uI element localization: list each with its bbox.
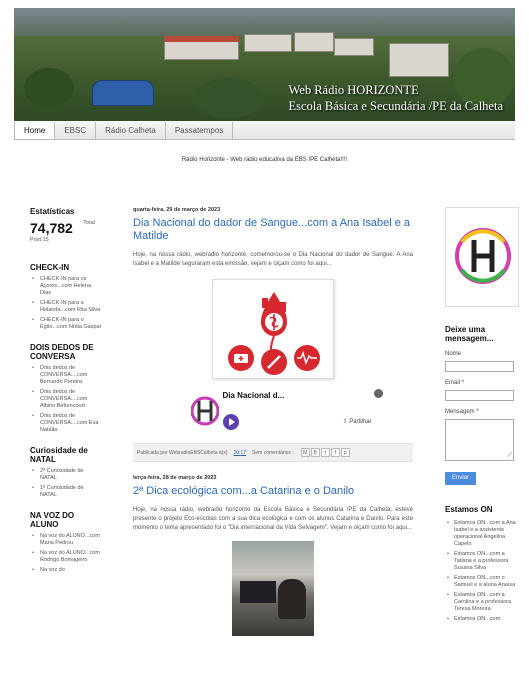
post-comments[interactable]: Sem comentários : xyxy=(252,450,294,456)
banner-tree xyxy=(24,68,74,108)
list-item[interactable]: Estamos ON...com o Samuel e a aluna Anaí… xyxy=(445,575,519,589)
radio-logo xyxy=(445,207,519,307)
play-button[interactable] xyxy=(222,414,239,430)
list-item[interactable]: 1ª Curiosidade de NATAL xyxy=(30,485,102,499)
blood-donation-icon xyxy=(228,292,320,375)
post-body: Hoje, na nossa rádio, webradio horizonte… xyxy=(133,507,413,531)
email-label-text: Email xyxy=(445,380,461,386)
list-item[interactable]: Dois dedos de CONVERSA....com Bernardo P… xyxy=(30,365,102,386)
banner-building xyxy=(334,38,374,56)
list-item[interactable]: Na voz do xyxy=(30,567,102,574)
post-date: terça-feira, 28 de março de 2023 xyxy=(133,475,217,481)
message-field[interactable] xyxy=(445,419,514,461)
banner-roof xyxy=(164,36,239,42)
post-photo[interactable] xyxy=(232,541,314,636)
main-content: quarta-feira, 29 de março de 2023 Dia Na… xyxy=(133,207,413,636)
share-button[interactable]: ⇧ Partilhar xyxy=(343,418,372,425)
tab-ebsc[interactable]: EBSC xyxy=(55,122,97,139)
section-title: NA VOZ DO ALUNO xyxy=(30,511,75,529)
name-field[interactable] xyxy=(445,361,514,372)
list-item[interactable]: Dois dedos de CONVERSA....com Eva Natáli… xyxy=(30,413,102,434)
left-sidebar: Estatísticas 74,782 Total Post 15 CHECK-… xyxy=(30,207,102,586)
tab-radio-calheta[interactable]: Rádio Calheta xyxy=(96,122,166,139)
name-label: Nome xyxy=(445,351,462,357)
stats-section: Estatísticas 74,782 Total Post 15 xyxy=(30,207,102,243)
stats-title: Estatísticas xyxy=(30,207,75,216)
email-share-icon[interactable]: M xyxy=(300,448,310,457)
list-item[interactable]: 2ª Curiosidade de NATAL xyxy=(30,468,102,482)
photo-person xyxy=(278,579,306,619)
banner-building xyxy=(294,32,334,52)
banner-building xyxy=(389,43,449,77)
banner-title-line1: Web Rádio HORIZONTE xyxy=(288,83,419,97)
nav-tabs: Home EBSC Rádio Calheta Passatempos xyxy=(14,122,515,140)
banner-sports-hall xyxy=(92,80,154,106)
more-options-icon[interactable] xyxy=(373,389,383,398)
post-body: Hoje, na nossa rádio, webradio horizonte… xyxy=(133,252,413,267)
post-author: Publicada por WebradioEBSCalheta à(s) xyxy=(137,449,228,456)
list-item[interactable]: CHECK-IN para os Açores...com Helena Dia… xyxy=(30,276,102,297)
banner-title-line2: Escola Básica e Secundária /PE da Calhet… xyxy=(288,99,503,113)
stats-total-label: Total xyxy=(83,220,95,226)
twitter-share-icon[interactable]: t xyxy=(320,448,330,457)
banner-title: Web Rádio HORIZONTE Escola Básica e Secu… xyxy=(288,82,503,114)
list-item[interactable]: Na voz do ALUNO...com Maria Pedrou xyxy=(30,533,102,547)
right-sidebar: Deixe uma mensagem... Nome Email * Mensa… xyxy=(445,207,519,626)
section-title: CHECK-IN xyxy=(30,263,70,272)
photo-screen xyxy=(240,581,276,603)
post-title[interactable]: 2ª Dica ecológica com...a Catarina e o D… xyxy=(133,485,413,498)
post-image[interactable] xyxy=(212,279,334,379)
pinterest-share-icon[interactable]: p xyxy=(340,448,350,457)
post: terça-feira, 28 de março de 2023 2ª Dica… xyxy=(133,475,413,636)
radio-horizonte-logo-icon xyxy=(455,228,511,284)
list-item[interactable]: Estamos ON...com a Ana Isabel e a assist… xyxy=(445,520,519,548)
send-button[interactable]: Enviar xyxy=(445,472,476,485)
post-time[interactable]: 20:17 xyxy=(234,450,247,456)
list-item[interactable]: Estamos ON...com a Carolina e a professo… xyxy=(445,592,519,613)
list-item[interactable]: CHECK-IN para a Holanda...com Rita Silva xyxy=(30,300,102,314)
list-item[interactable]: Na voz do ALUNO...com Rodrigo Bomageiro xyxy=(30,550,102,564)
radio-logo-icon xyxy=(190,396,219,426)
message-label-text: Mensagem xyxy=(445,409,475,415)
post: quarta-feira, 29 de março de 2023 Dia Na… xyxy=(133,207,413,462)
list-item[interactable]: Estamos ON...com xyxy=(445,616,519,623)
tab-passatempos[interactable]: Passatempos xyxy=(166,122,234,139)
player-title: Dia Nacional d... xyxy=(222,391,285,400)
section-title: Estamos ON xyxy=(445,505,493,514)
required-mark: * xyxy=(461,380,465,386)
section-title: DOIS DEDOS DE CONVERSA xyxy=(30,343,94,361)
header-banner: Web Rádio HORIZONTE Escola Básica e Secu… xyxy=(14,8,515,121)
facebook-share-icon[interactable]: f xyxy=(330,448,340,457)
required-mark: * xyxy=(476,409,479,415)
banner-building xyxy=(244,34,292,52)
tab-home[interactable]: Home xyxy=(14,122,56,139)
blog-description: Rádio Horizonte - Web rádio educativa da… xyxy=(181,157,348,163)
post-title[interactable]: Dia Nacional do dador de Sangue...com a … xyxy=(133,217,413,243)
list-item[interactable]: Dois dedos de CONVERSA....com Albino Bet… xyxy=(30,389,102,410)
blog-share-icon[interactable]: B xyxy=(310,448,320,457)
podcast-player[interactable]: Dia Nacional d... ⇧ Partilhar xyxy=(162,383,384,439)
email-label: Email * xyxy=(445,380,519,386)
post-date: quarta-feira, 29 de março de 2023 xyxy=(133,207,221,213)
share-label: Partilhar xyxy=(349,419,372,425)
section-title: Curiosidade de NATAL xyxy=(30,446,88,464)
list-item[interactable]: Estamos ON...com a Tatiana e a professor… xyxy=(445,551,519,572)
list-item[interactable]: CHECK-IN para o Egito...com Nídia Gaspar xyxy=(30,317,102,331)
banner-tree xyxy=(194,78,264,118)
banner-sea xyxy=(14,8,515,36)
email-field[interactable] xyxy=(445,390,514,401)
message-label: Mensagem * xyxy=(445,409,519,415)
post-footer: Publicada por WebradioEBSCalheta à(s) 20… xyxy=(133,443,413,462)
contact-title: Deixe uma mensagem... xyxy=(445,325,494,343)
stats-number: 74,782 xyxy=(30,220,73,236)
